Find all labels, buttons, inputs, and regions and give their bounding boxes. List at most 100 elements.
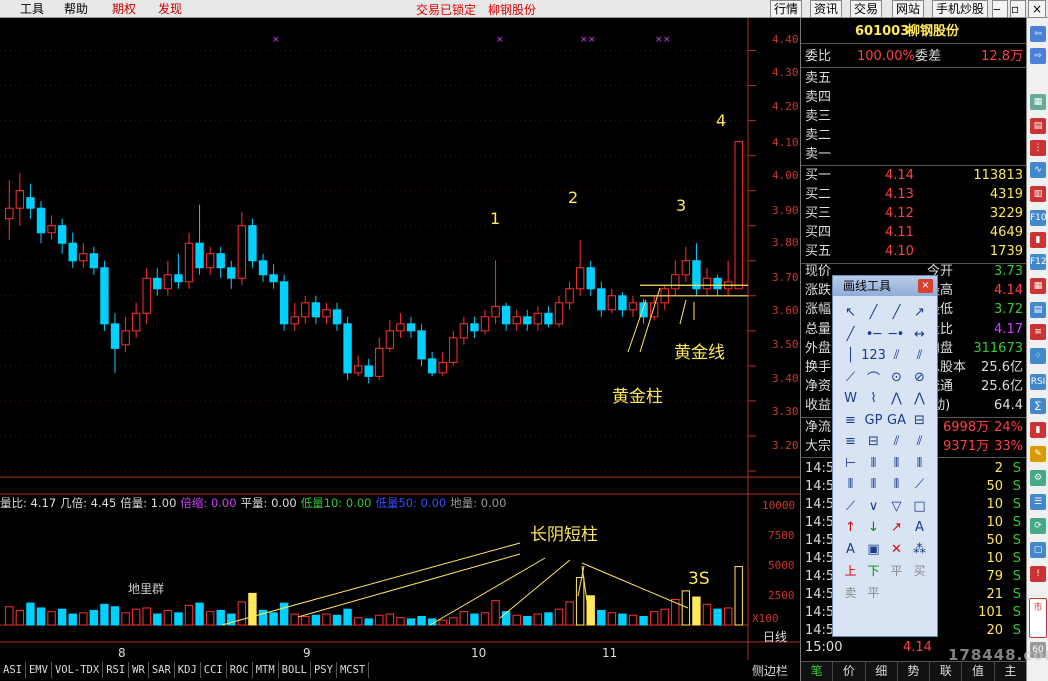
list-icon[interactable]: ☰ <box>1030 494 1046 510</box>
website-button[interactable]: 网站 <box>892 0 925 18</box>
up-arrow-icon[interactable]: ↑ <box>839 517 862 539</box>
bars4-icon[interactable]: ⦀ <box>839 474 862 496</box>
bars3-icon[interactable]: ⦀ <box>908 453 931 475</box>
ga-icon[interactable]: GA <box>885 410 908 432</box>
draw-tool-label[interactable]: 平 <box>862 582 885 604</box>
wave-icon[interactable]: W <box>839 388 862 410</box>
stack-icon[interactable]: ≡ <box>1030 324 1046 340</box>
buy-row[interactable]: 买二 4.13 4319 <box>803 185 1025 204</box>
gear-icon[interactable]: ⚙ <box>1030 470 1046 486</box>
level-icon[interactable]: ≡ <box>839 431 862 453</box>
candle-icon[interactable]: ▮ <box>1030 422 1046 438</box>
sell-row[interactable]: 卖一 <box>803 145 1025 164</box>
indicator-tab[interactable]: PSY <box>311 662 337 678</box>
mobile-trade-button[interactable]: 手机炒股 <box>932 0 989 18</box>
trade-button[interactable]: 交易 <box>850 0 883 18</box>
panel-tab[interactable]: 主 <box>995 662 1027 681</box>
cross-icon[interactable]: ✕ <box>885 539 908 561</box>
indicator-tab[interactable]: SAR <box>149 662 175 678</box>
news-button[interactable]: 资讯 <box>810 0 843 18</box>
peak-icon[interactable]: ⋀ <box>885 388 908 410</box>
alert-icon[interactable]: ! <box>1030 566 1046 582</box>
triangle-wave-icon[interactable]: ⋀ <box>908 388 931 410</box>
arrow-line-icon[interactable]: ↗ <box>908 302 931 324</box>
fan-icon[interactable]: ⟋ <box>839 367 862 389</box>
fib-icon[interactable]: ≡ <box>839 410 862 432</box>
bars5-icon[interactable]: ⦀ <box>862 474 885 496</box>
gp-icon[interactable]: GP <box>862 410 885 432</box>
kline-chart-area[interactable]: × × × × × × 4.40 4.30 4.20 4.10 4.00 3.90 3.8… <box>0 18 800 681</box>
arc-icon[interactable]: ⌒ <box>862 367 885 389</box>
analysis-icon[interactable]: ∑ <box>1030 398 1046 414</box>
indicator-icon[interactable]: ▥ <box>1030 186 1046 202</box>
bracket-icon[interactable]: ⊢ <box>839 453 862 475</box>
indicator-tab[interactable]: BOLL <box>279 662 311 678</box>
ray2-icon[interactable]: ⟋ <box>908 474 931 496</box>
text-icon[interactable]: A <box>908 517 931 539</box>
double-arrow-icon[interactable]: ↔ <box>908 324 931 346</box>
indicator-tab[interactable]: EMV <box>26 662 52 678</box>
menu-options[interactable]: 期权 <box>108 1 140 17</box>
close-icon[interactable]: × <box>1028 0 1046 18</box>
circle-icon[interactable]: ⊙ <box>885 367 908 389</box>
dots-icon[interactable]: ⁘ <box>1030 348 1046 364</box>
panel-tab[interactable]: 细 <box>866 662 898 681</box>
panel-icon[interactable]: ⊟ <box>862 431 885 453</box>
indicator-tab[interactable]: CCI <box>201 662 227 678</box>
panel-tab[interactable]: 联 <box>930 662 963 681</box>
window-icon[interactable]: ▢ <box>1030 542 1046 558</box>
sell-row[interactable]: 卖五 <box>803 69 1025 88</box>
count-icon[interactable]: 123 <box>861 345 886 367</box>
buy-row[interactable]: 买一 4.14 113813 <box>803 166 1025 185</box>
triangle-icon[interactable]: ▽ <box>885 496 908 518</box>
parallel-icon[interactable]: ⫽ <box>908 345 931 367</box>
sell-row[interactable]: 卖四 <box>803 88 1025 107</box>
indicator-tab[interactable]: MCST <box>337 662 370 678</box>
buy-row[interactable]: 买三 4.12 3229 <box>803 204 1025 223</box>
draw-tool-label[interactable]: 平 <box>885 560 908 582</box>
point-left-icon[interactable]: •─ <box>862 324 885 346</box>
gann-fan-icon[interactable]: ⫽ <box>908 431 931 453</box>
bars-icon[interactable]: ⦀ <box>862 453 885 475</box>
rsi-icon[interactable]: RSI <box>1030 374 1046 390</box>
text-a-icon[interactable]: A <box>839 539 862 561</box>
bar-icon[interactable]: ▮ <box>1030 232 1046 248</box>
block-icon[interactable]: ▣ <box>862 539 885 561</box>
flag-arrow-icon[interactable]: ↗ <box>885 517 908 539</box>
buy-row[interactable]: 买五 4.10 1739 <box>803 242 1025 261</box>
buy-row[interactable]: 买四 4.11 4649 <box>803 223 1025 242</box>
restore-icon[interactable]: ▫ <box>1010 0 1026 18</box>
menu-tools[interactable]: 工具 <box>16 1 48 17</box>
kline-icon[interactable]: ⋮ <box>1030 140 1046 156</box>
down-icon[interactable]: ∨ <box>862 496 885 518</box>
indicator-tab[interactable]: KDJ <box>175 662 201 678</box>
panel-tab[interactable]: 笔 <box>801 662 834 681</box>
ray-icon[interactable]: ╱ <box>885 302 908 324</box>
cursor-icon[interactable]: ↖ <box>839 302 862 324</box>
indicator-tab[interactable]: VOL-TDX <box>52 662 104 678</box>
bars2-icon[interactable]: ⦀ <box>885 453 908 475</box>
rect-icon[interactable]: □ <box>908 496 931 518</box>
sell-row[interactable]: 卖二 <box>803 126 1025 145</box>
draw-tool-label[interactable]: 卖 <box>839 582 862 604</box>
minimize-icon[interactable]: ‒ <box>992 0 1008 18</box>
table-icon[interactable]: ▦ <box>1030 94 1046 110</box>
indicator-tab[interactable]: ROC <box>227 662 253 678</box>
indicator-tab[interactable]: WR <box>129 662 149 678</box>
indicator-tab[interactable]: ASI <box>0 662 26 678</box>
vline-icon[interactable]: │ <box>839 345 862 367</box>
f10-icon[interactable]: F10 <box>1030 210 1047 226</box>
draw-tool-label[interactable]: 下 <box>862 560 885 582</box>
f12-icon[interactable]: F12 <box>1030 254 1047 270</box>
chart-icon[interactable]: ▤ <box>1030 118 1046 134</box>
panel-tab[interactable]: 势 <box>898 662 931 681</box>
gann-icon[interactable]: ⫽ <box>885 431 908 453</box>
arrow-left-icon[interactable]: ⇦ <box>1030 26 1046 42</box>
box-icon[interactable]: ⊟ <box>908 410 931 432</box>
point-right-icon[interactable]: ─• <box>885 324 908 346</box>
ray3-icon[interactable]: ⟋ <box>839 496 862 518</box>
down-arrow-icon[interactable]: ↓ <box>862 517 885 539</box>
menu-help[interactable]: 帮助 <box>60 1 92 17</box>
table2-icon[interactable]: ▤ <box>1030 302 1046 318</box>
sync-icon[interactable]: ⟳ <box>1030 518 1046 534</box>
